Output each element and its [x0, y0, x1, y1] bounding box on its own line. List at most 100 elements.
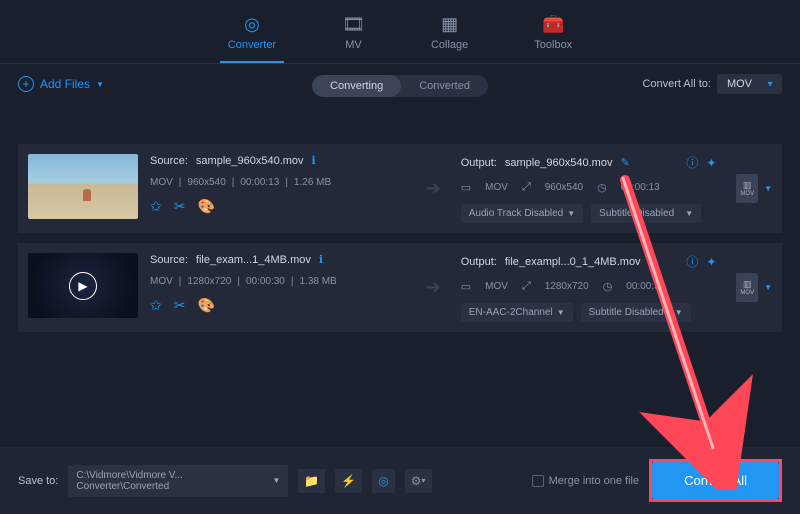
tab-converter[interactable]: ◎ Converter	[220, 10, 284, 63]
save-path-value: C:\Vidmore\Vidmore V... Converter\Conver…	[76, 470, 272, 492]
merge-checkbox[interactable]: Merge into one file	[532, 475, 640, 487]
subtitle-value: Subtitle Disabled	[589, 307, 664, 318]
chevron-down-icon: ▼	[766, 80, 774, 89]
output-filename: sample_960x540.mov	[505, 157, 613, 169]
output-resolution: 1280x720	[545, 281, 589, 292]
plus-icon: +	[18, 76, 34, 92]
output-format: MOV	[485, 281, 508, 292]
resolution-icon: ⤢	[522, 181, 531, 194]
chevron-down-icon: ▼	[272, 476, 280, 485]
info-icon[interactable]: ⓘ	[686, 253, 698, 270]
source-duration: 00:00:13	[240, 177, 279, 188]
tab-label: MV	[345, 39, 362, 51]
cut-icon[interactable]: ✂	[174, 198, 186, 215]
toolbox-icon: 🧰	[542, 14, 564, 35]
info-icon[interactable]: ℹ	[312, 154, 316, 167]
gpu-accel-button[interactable]: ⚡	[335, 469, 362, 493]
audio-track-value: EN-AAC-2Channel	[469, 307, 553, 318]
output-filename: file_exampl...0_1_4MB.mov	[505, 256, 641, 268]
source-filename: file_exam...1_4MB.mov	[196, 254, 311, 266]
pencil-icon[interactable]: ✎	[649, 255, 658, 268]
clock-icon: ◷	[597, 181, 607, 194]
source-column: Source: sample_960x540.mov ℹ MOV | 960x5…	[150, 154, 406, 223]
effects-icon[interactable]: 🎨	[197, 297, 214, 314]
output-format-button[interactable]: ▥MOV ▼	[728, 174, 772, 203]
converting-converted-segment: Converting Converted	[312, 75, 488, 97]
film-icon: ▥MOV	[736, 273, 758, 302]
format-value: MOV	[727, 78, 752, 90]
info-icon[interactable]: ℹ	[319, 253, 323, 266]
source-resolution: 960x540	[187, 177, 225, 188]
crop-icon[interactable]: ✩	[150, 297, 162, 314]
audio-track-select[interactable]: EN-AAC-2Channel ▼	[461, 303, 573, 322]
chevron-down-icon: ▼	[96, 80, 104, 89]
source-filename: sample_960x540.mov	[196, 155, 304, 167]
clock-icon: ◷	[603, 280, 613, 293]
segment-converted[interactable]: Converted	[401, 75, 488, 97]
subtitle-select[interactable]: Subtitle Disabled ▼	[591, 204, 701, 223]
info-icon[interactable]: ⓘ	[686, 154, 698, 171]
source-resolution: 1280x720	[187, 276, 231, 287]
source-label: Source:	[150, 155, 188, 167]
file-thumbnail[interactable]	[28, 154, 138, 219]
convert-all-to-group: Convert All to: MOV ▼	[642, 74, 782, 94]
high-speed-button[interactable]: ◎	[372, 469, 394, 493]
audio-track-value: Audio Track Disabled	[469, 208, 564, 219]
tab-label: Collage	[431, 39, 468, 51]
audio-track-select[interactable]: Audio Track Disabled ▼	[461, 204, 583, 223]
source-meta: MOV | 1280x720 | 00:00:30 | 1.38 MB	[150, 276, 406, 287]
convert-all-to-select[interactable]: MOV ▼	[717, 74, 782, 94]
collage-icon: ▦	[441, 14, 458, 35]
source-filesize: 1.26 MB	[294, 177, 331, 188]
source-column: Source: file_exam...1_4MB.mov ℹ MOV | 12…	[150, 253, 406, 322]
chevron-down-icon[interactable]: ▼	[764, 283, 772, 292]
file-row: Source: sample_960x540.mov ℹ MOV | 960x5…	[18, 144, 782, 233]
chevron-down-icon: ▼	[567, 209, 575, 218]
source-format: MOV	[150, 177, 173, 188]
output-column: Output: file_exampl...0_1_4MB.mov ✎ ⓘ ✦ …	[461, 253, 717, 322]
converter-icon: ◎	[244, 14, 260, 35]
open-folder-button[interactable]: 📁	[298, 469, 325, 493]
top-nav: ◎ Converter 🎞 MV ▦ Collage 🧰 Toolbox	[0, 0, 800, 64]
settings-button[interactable]: ⚙▾	[405, 469, 432, 493]
chevron-down-icon: ▼	[557, 308, 565, 317]
source-label: Source:	[150, 254, 188, 266]
output-label: Output:	[461, 256, 497, 268]
pencil-icon[interactable]: ✎	[620, 156, 629, 169]
convert-all-button[interactable]: Convert All	[652, 462, 779, 499]
effects-icon[interactable]: 🎨	[197, 198, 214, 215]
source-filesize: 1.38 MB	[299, 276, 336, 287]
save-path-select[interactable]: C:\Vidmore\Vidmore V... Converter\Conver…	[68, 465, 288, 497]
chevron-down-icon[interactable]: ▼	[764, 184, 772, 193]
file-list: Source: sample_960x540.mov ℹ MOV | 960x5…	[0, 144, 800, 332]
output-duration: 00:00:13	[621, 182, 660, 193]
merge-label: Merge into one file	[549, 475, 640, 487]
output-format-button[interactable]: ▥MOV ▼	[728, 273, 772, 302]
bottom-bar: Save to: C:\Vidmore\Vidmore V... Convert…	[0, 447, 800, 514]
output-format: MOV	[485, 182, 508, 193]
tab-toolbox[interactable]: 🧰 Toolbox	[526, 10, 580, 63]
output-resolution: 960x540	[545, 182, 583, 193]
chevron-down-icon: ▼	[685, 209, 693, 218]
add-files-label: Add Files	[40, 77, 90, 91]
cut-icon[interactable]: ✂	[174, 297, 186, 314]
output-duration: 00:00:30	[626, 281, 665, 292]
crop-icon[interactable]: ✩	[150, 198, 162, 215]
tab-collage[interactable]: ▦ Collage	[423, 10, 476, 63]
add-files-button[interactable]: + Add Files ▼	[18, 76, 104, 92]
convert-all-to-label: Convert All to:	[642, 78, 710, 90]
tab-mv[interactable]: 🎞 MV	[334, 10, 373, 63]
subtitle-value: Subtitle Disabled	[599, 208, 674, 219]
enhance-icon[interactable]: ✦	[706, 255, 716, 269]
checkbox-icon	[532, 475, 544, 487]
resolution-icon: ⤢	[522, 280, 531, 293]
chevron-down-icon: ▼	[675, 308, 683, 317]
arrow-icon: ➔	[418, 277, 449, 298]
enhance-icon[interactable]: ✦	[706, 156, 716, 170]
tab-label: Converter	[228, 39, 276, 51]
file-thumbnail[interactable]: ▶	[28, 253, 138, 318]
film-icon: ▥MOV	[736, 174, 758, 203]
source-duration: 00:00:30	[246, 276, 285, 287]
segment-converting[interactable]: Converting	[312, 75, 401, 97]
subtitle-select[interactable]: Subtitle Disabled ▼	[581, 303, 691, 322]
